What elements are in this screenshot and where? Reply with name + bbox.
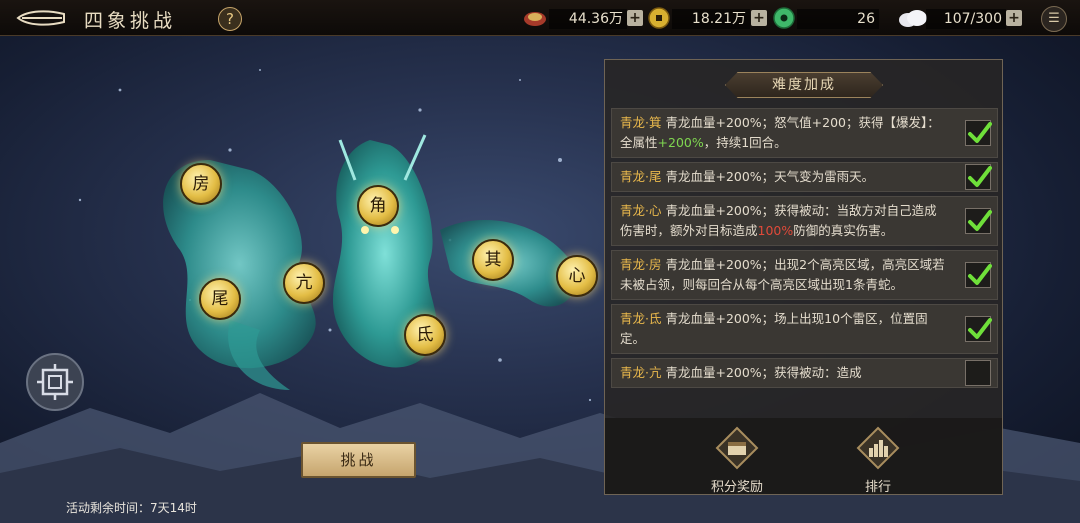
enable-checkbox[interactable] [965, 164, 992, 190]
ranking-button[interactable]: 排行 [838, 426, 918, 495]
resource-stamina-value: 107/300 [926, 9, 1006, 29]
constellation-name: 青龙·房 [620, 257, 662, 272]
effect-text: 青龙血量+200%；场上出现10个雷区，位置固定。 [620, 311, 928, 346]
difficulty-row: 青龙·氐 青龙血量+200%；场上出现10个雷区，位置固定。 [611, 304, 998, 354]
difficulty-row-text: 青龙·尾 青龙血量+200%；天气变为雷雨天。 [620, 167, 949, 187]
constellation-name: 青龙·心 [620, 203, 662, 218]
checkmark-icon [968, 210, 992, 231]
stamina-cloud-icon [899, 10, 927, 27]
difficulty-row: 青龙·房 青龙血量+200%；出现2个高亮区域，高亮区域若未被占领，则每回合从每… [611, 250, 998, 300]
treasure-icon [524, 12, 546, 26]
star-node-ji[interactable]: 其 [472, 239, 514, 281]
formation-icon [37, 364, 73, 400]
difficulty-row-text: 青龙·心 青龙血量+200%；获得被动：当敌方对自己造成伤害时，额外对目标造成1… [620, 201, 949, 241]
event-time-remaining: 活动剩余时间：7天14时 [66, 501, 197, 515]
star-node-wei[interactable]: 尾 [199, 278, 241, 320]
star-node-kang[interactable]: 亢 [283, 262, 325, 304]
constellation-name: 青龙·氐 [620, 311, 662, 326]
difficulty-row-text: 青龙·氐 青龙血量+200%；场上出现10个雷区，位置固定。 [620, 309, 949, 349]
formation-button[interactable] [26, 353, 84, 411]
difficulty-row: 青龙·心 青龙血量+200%；获得被动：当敌方对自己造成伤害时，额外对目标造成1… [611, 196, 998, 246]
treasure-chest-icon [715, 426, 759, 470]
enable-checkbox[interactable] [965, 208, 992, 234]
checkmark-icon [968, 166, 992, 187]
difficulty-row: 青龙·尾 青龙血量+200%；天气变为雷雨天。 [611, 162, 998, 192]
ranking-label: 排行 [864, 480, 891, 495]
help-button[interactable]: ? [218, 7, 242, 31]
checkmark-icon [968, 264, 992, 285]
enable-checkbox[interactable] [965, 360, 991, 386]
effect-text: 青龙血量+200%；获得被动：造成 [665, 365, 862, 380]
checkmark-icon [968, 318, 992, 339]
difficulty-row-text: 青龙·亢 青龙血量+200%；获得被动：造成 [620, 363, 949, 383]
effect-text: 100% [757, 223, 794, 238]
star-node-xin[interactable]: 心 [556, 255, 598, 297]
star-node-jiao[interactable]: 角 [357, 185, 399, 227]
jade-icon [773, 7, 795, 29]
menu-button[interactable]: ☰ [1041, 6, 1067, 32]
difficulty-panel: 难度加成 青龙·箕 青龙血量+200%；怒气值+200；获得【爆发】：全属性+2… [604, 59, 1003, 495]
constellation-name: 青龙·尾 [620, 169, 662, 184]
top-bar: 四象挑战 ? 44.36万 + 18.21万 + 26 107/300 + ☰ [0, 0, 1080, 36]
enable-checkbox[interactable] [965, 316, 992, 342]
enable-checkbox[interactable] [965, 120, 992, 146]
game-screen: 房 角 亢 其 心 尾 氐 四象挑战 ? 44.36万 + 18.21万 + 2… [0, 0, 1080, 523]
add-treasure-button[interactable]: + [627, 10, 643, 26]
add-coin-button[interactable]: + [751, 10, 767, 26]
effect-text: 青龙血量+200%；天气变为雷雨天。 [665, 169, 875, 184]
copper-coin-icon [648, 7, 670, 29]
effect-text: ，持续1回合。 [703, 135, 787, 150]
difficulty-row-text: 青龙·箕 青龙血量+200%；怒气值+200；获得【爆发】：全属性+200%，持… [620, 113, 949, 153]
challenge-button[interactable]: 挑战 [301, 442, 416, 478]
effect-text: +200% [657, 135, 704, 150]
difficulty-row-text: 青龙·房 青龙血量+200%；出现2个高亮区域，高亮区域若未被占领，则每回合从每… [620, 255, 949, 295]
enable-checkbox[interactable] [965, 262, 992, 288]
add-stamina-button[interactable]: + [1006, 10, 1022, 26]
checkmark-icon [968, 122, 992, 143]
resource-jade-value: 26 [797, 9, 879, 29]
panel-footer: 积分奖励 排行 [605, 418, 1002, 495]
resource-treasure-value: 44.36万 [549, 9, 627, 29]
constellation-name: 青龙·亢 [620, 365, 662, 380]
resource-coin-value: 18.21万 [672, 9, 750, 29]
points-reward-label: 积分奖励 [710, 480, 763, 495]
page-title: 四象挑战 [84, 10, 177, 32]
points-reward-button[interactable]: 积分奖励 [697, 426, 777, 495]
difficulty-row: 青龙·箕 青龙血量+200%；怒气值+200；获得【爆发】：全属性+200%，持… [611, 108, 998, 158]
panel-title: 难度加成 [725, 72, 883, 98]
ranking-bars-icon [856, 426, 900, 470]
difficulty-list[interactable]: 青龙·箕 青龙血量+200%；怒气值+200；获得【爆发】：全属性+200%，持… [611, 108, 998, 420]
star-node-di[interactable]: 氐 [404, 314, 446, 356]
effect-text: 防御的真实伤害。 [793, 223, 894, 238]
effect-text: 青龙血量+200%；出现2个高亮区域，高亮区域若未被占领，则每回合从每个高亮区域… [620, 257, 945, 292]
difficulty-row: 青龙·亢 青龙血量+200%；获得被动：造成 [611, 358, 998, 388]
back-arrow-icon[interactable] [14, 6, 68, 30]
constellation-name: 青龙·箕 [620, 115, 662, 130]
star-node-fang[interactable]: 房 [180, 163, 222, 205]
